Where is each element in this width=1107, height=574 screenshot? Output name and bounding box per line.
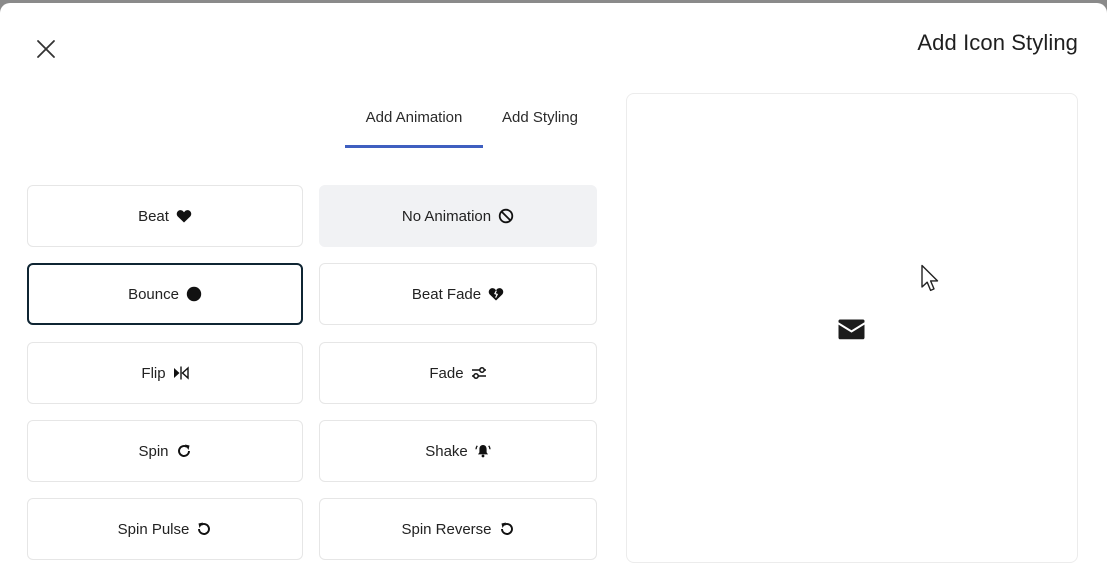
sliders-icon: [471, 365, 487, 381]
animation-option-spin-pulse[interactable]: Spin Pulse: [27, 498, 303, 560]
option-label: Beat: [138, 207, 169, 225]
mouse-cursor-icon: [921, 264, 939, 292]
option-label: Flip: [141, 364, 166, 382]
option-label: Spin Pulse: [117, 520, 190, 538]
animation-option-spin[interactable]: Spin: [27, 420, 303, 482]
option-label: Spin Reverse: [401, 520, 492, 538]
rotate-left-icon: [499, 521, 515, 537]
tab-add-animation[interactable]: Add Animation: [345, 99, 483, 148]
rotate-left-icon: [196, 521, 212, 537]
ban-icon: [498, 208, 514, 224]
rotate-right-icon: [176, 443, 192, 459]
animation-option-fade[interactable]: Fade: [319, 342, 597, 404]
circle-icon: [186, 286, 202, 302]
animation-option-flip[interactable]: Flip: [27, 342, 303, 404]
option-label: Beat Fade: [411, 285, 482, 303]
animation-option-beat-fade[interactable]: Beat Fade: [319, 263, 597, 325]
animation-option-no-animation[interactable]: No Animation: [319, 185, 597, 247]
option-label: Spin: [138, 442, 169, 460]
option-label: Fade: [429, 364, 464, 382]
animation-option-spin-reverse[interactable]: Spin Reverse: [319, 498, 597, 560]
option-label: No Animation: [401, 207, 492, 225]
flip-icon: [173, 365, 189, 381]
tab-add-styling[interactable]: Add Styling: [483, 99, 597, 148]
animation-option-shake[interactable]: Shake: [319, 420, 597, 482]
heart-crack-icon: [488, 286, 504, 302]
heart-icon: [176, 208, 192, 224]
option-label: Bounce: [128, 285, 179, 303]
animation-option-beat[interactable]: Beat: [27, 185, 303, 247]
animation-option-bounce[interactable]: Bounce: [27, 263, 303, 325]
option-label: Shake: [425, 442, 468, 460]
close-button[interactable]: [30, 33, 62, 65]
envelope-icon: [838, 319, 865, 340]
add-icon-styling-dialog: Add Icon Styling Add Animation Add Styli…: [0, 3, 1107, 574]
tab-bar: Add Animation Add Styling: [345, 99, 597, 148]
bell-ringing-icon: [475, 443, 491, 459]
close-icon: [37, 40, 55, 58]
icon-preview-panel: [626, 93, 1078, 563]
dialog-title: Add Icon Styling: [917, 30, 1078, 55]
